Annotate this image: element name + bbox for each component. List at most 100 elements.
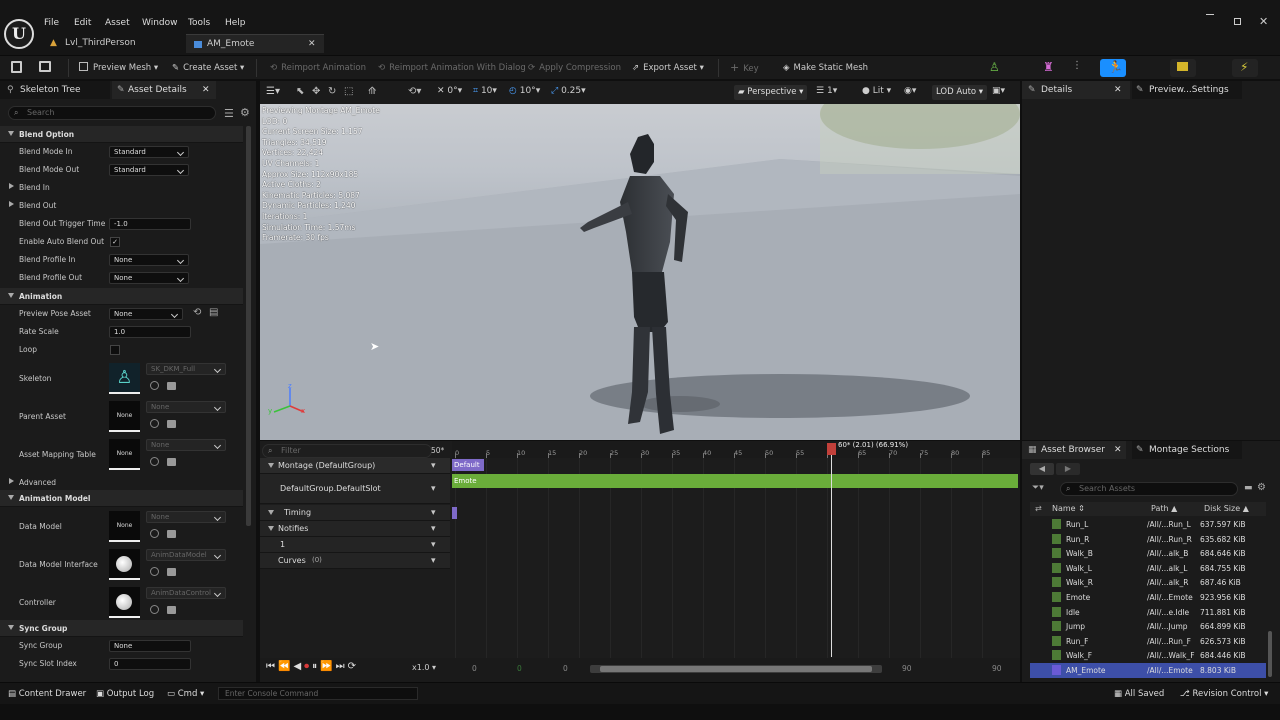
use-selected-icon[interactable]: ⟲ [193, 307, 201, 318]
asset-row[interactable]: Run_R/All/...Run_R 635.682 KiB [1030, 532, 1266, 547]
chevron-down-icon[interactable]: ▾ [431, 556, 436, 566]
menu-asset[interactable]: Asset [105, 18, 130, 28]
output-log-button[interactable]: ▣ Output Log [96, 689, 154, 699]
world-local-icon[interactable]: ⟲▾ [408, 86, 421, 97]
section-default[interactable]: Default [452, 459, 484, 471]
tab-skeleton-tree[interactable]: ⚲ Skeleton Tree [0, 81, 110, 99]
controller-dropdown[interactable]: AnimDataControl [146, 587, 226, 599]
create-asset-button[interactable]: ✎ Create Asset ▾ [172, 60, 244, 76]
timeline-scroll-thumb[interactable] [600, 666, 872, 672]
close-tab-icon[interactable]: ✕ [1114, 441, 1122, 459]
blend-mode-out-dropdown[interactable]: Standard [109, 164, 189, 176]
asset-row[interactable]: Jump/All/...Jump 664.899 KiB [1030, 619, 1266, 634]
hamburger-icon[interactable]: ☰▾ [266, 86, 280, 97]
blend-profile-out-dropdown[interactable]: None [109, 272, 189, 284]
tab-am-emote[interactable]: AM_Emote ✕ [186, 34, 324, 53]
rotate-tool-icon[interactable]: ↻ [328, 86, 336, 97]
track-default-slot[interactable]: DefaultGroup.DefaultSlot ▾ [260, 474, 450, 504]
surface-snap-icon[interactable]: ⟰ [368, 86, 376, 97]
asset-mapping-thumbnail[interactable]: None [109, 439, 140, 470]
parent-asset-thumbnail[interactable]: None [109, 401, 140, 432]
track-timing[interactable]: Timing ▾ [260, 505, 450, 521]
grid-snap-button[interactable]: ⌗ 10▾ [473, 86, 497, 96]
camera-speed-button[interactable]: ☰ 1▾ [816, 86, 837, 96]
browse-folder-icon[interactable] [167, 606, 176, 614]
playhead[interactable] [831, 443, 832, 657]
step-forward-icon[interactable]: ⏩ [320, 661, 335, 672]
timeline-scrollbar[interactable] [590, 665, 882, 673]
revision-control-button[interactable]: ⎇ Revision Control ▾ [1180, 689, 1268, 699]
data-model-dropdown[interactable]: None [146, 511, 226, 523]
asset-row[interactable]: Walk_R/All/...alk_R 687.46 KiB [1030, 575, 1266, 590]
section-animation-model[interactable]: Animation Model [0, 490, 243, 507]
track-montage-group[interactable]: Montage (DefaultGroup) ▾ [260, 458, 450, 474]
forward-arrow-icon[interactable]: ▶ [1056, 463, 1080, 475]
settings-gear-icon[interactable]: ⚙ [1257, 482, 1266, 493]
browse-folder-icon[interactable]: ▤ [209, 307, 218, 318]
lod-button[interactable]: LOD Auto ▾ [932, 85, 988, 100]
use-selected-icon[interactable] [150, 381, 159, 390]
asset-mapping-dropdown[interactable]: None [146, 439, 226, 451]
section-sync-group[interactable]: Sync Group [0, 620, 243, 637]
scale-snap-button[interactable]: ⤢ 0.25▾ [551, 86, 586, 96]
preview-viewport[interactable]: Previewing Montage AM_Emote LOD: 0 Curre… [260, 104, 1020, 440]
reimport-animation-button[interactable]: ⟲ Reimport Animation [270, 60, 366, 76]
loop-checkbox[interactable] [110, 345, 120, 355]
asset-list-scrollbar[interactable] [1268, 631, 1272, 677]
track-curves[interactable]: Curves (0) ▾ [260, 553, 450, 569]
blend-profile-in-dropdown[interactable]: None [109, 254, 189, 266]
columns-icon[interactable]: ⇄ [1035, 504, 1042, 513]
cmd-button[interactable]: ▭ Cmd ▾ [167, 689, 204, 699]
use-selected-icon[interactable] [150, 457, 159, 466]
tab-asset-browser[interactable]: ▦ Asset Browser ✕ [1022, 441, 1126, 459]
mesh-mode-icon[interactable]: ♜ [1043, 60, 1054, 74]
close-tab-icon[interactable]: ✕ [202, 81, 210, 99]
skeleton-mode-icon[interactable]: ♙ [989, 60, 1000, 74]
snap-angle-button[interactable]: ✕ 0°▾ [437, 86, 462, 96]
maximize-icon[interactable] [1234, 18, 1241, 25]
chevron-down-icon[interactable]: ▾ [431, 524, 436, 534]
asset-row[interactable]: Run_L/All/...Run_L 637.597 KiB [1030, 517, 1266, 532]
animation-mode-button[interactable]: 🏃 [1100, 59, 1126, 77]
tab-level[interactable]: ▲ Lvl_ThirdPerson [40, 34, 182, 53]
range-end[interactable]: 90 [902, 664, 912, 673]
skeleton-dropdown[interactable]: SK_DKM_Full [146, 363, 226, 375]
chevron-down-icon[interactable]: ▾ [431, 508, 436, 518]
viewport-layout-button[interactable]: ▣▾ [992, 86, 1005, 96]
perspective-button[interactable]: ▰ Perspective ▾ [734, 85, 808, 100]
use-selected-icon[interactable] [150, 419, 159, 428]
data-model-interface-dropdown[interactable]: AnimDataModel [146, 549, 226, 561]
range-view-start[interactable]: 0 [563, 664, 568, 673]
segment-emote[interactable]: Emote [452, 474, 1018, 488]
menu-tools[interactable]: Tools [188, 18, 210, 28]
col-path[interactable]: Path ▲ [1151, 504, 1177, 513]
select-tool-icon[interactable]: ⬉ [296, 86, 304, 97]
data-model-interface-thumbnail[interactable] [109, 549, 140, 580]
data-model-thumbnail[interactable]: None [109, 511, 140, 542]
play-reverse-icon[interactable]: ◀ [293, 661, 304, 672]
browse-folder-icon[interactable] [167, 458, 176, 466]
save-icon[interactable] [11, 61, 22, 73]
pause-icon[interactable]: ⏸ [312, 661, 320, 672]
key-button[interactable]: + Key [730, 60, 759, 76]
range-start-green[interactable]: 0 [517, 664, 522, 673]
asset-row[interactable]: Run_F/All/...Run_F 626.573 KiB [1030, 634, 1266, 649]
details-search-input[interactable]: ⌕ Search [8, 106, 216, 120]
apply-compression-button[interactable]: ⟳ Apply Compression [528, 60, 621, 76]
view-mode-button[interactable]: ● Lit ▾ [862, 86, 891, 96]
tab-details[interactable]: ✎ Details ✕ [1022, 81, 1130, 99]
enable-auto-blend-checkbox[interactable]: ✓ [110, 237, 120, 247]
menu-file[interactable]: File [44, 18, 59, 28]
timeline-ruler[interactable]: 0510152025303540455055606570758085 [452, 441, 1020, 458]
browse-folder-icon[interactable] [167, 568, 176, 576]
physics-mode-button[interactable]: ⚡ [1232, 59, 1258, 77]
range-view-end[interactable]: 90 [992, 664, 1002, 673]
loop-icon[interactable]: ⟳ [348, 661, 359, 672]
asset-row[interactable]: Walk_F/All/...Walk_F 684.446 KiB [1030, 648, 1266, 663]
console-input[interactable]: Enter Console Command [218, 687, 418, 700]
more-options-icon[interactable]: ⋮ [1072, 60, 1082, 71]
parent-asset-dropdown[interactable]: None [146, 401, 226, 413]
preview-pose-dropdown[interactable]: None [109, 308, 183, 320]
range-start[interactable]: 0 [472, 664, 477, 673]
unreal-logo-icon[interactable]: U [4, 19, 34, 49]
